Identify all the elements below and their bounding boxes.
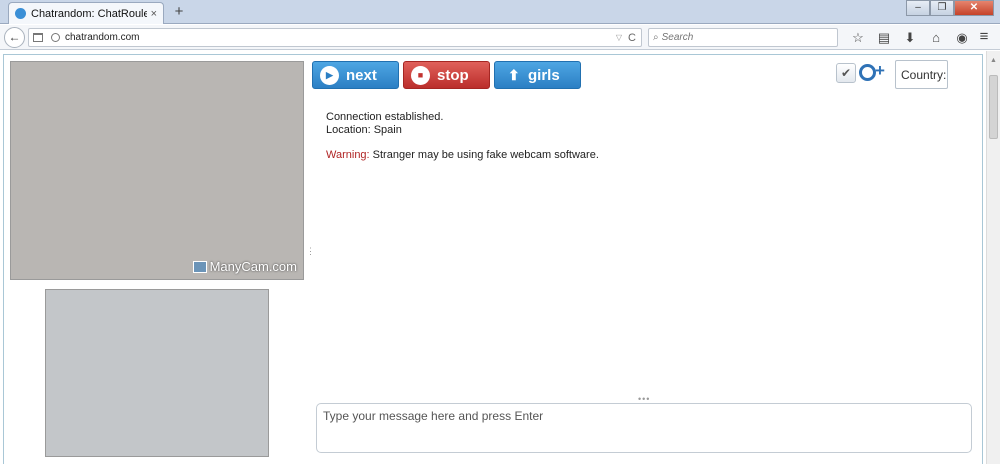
chat-warning: Warning: Stranger may be using fake webc…: [326, 149, 966, 162]
girls-button-label: girls: [528, 66, 560, 84]
address-bar[interactable]: chatrandom.com ▽ C: [28, 28, 642, 47]
stop-button[interactable]: ■ stop: [403, 61, 490, 89]
search-icon: ⌕: [653, 32, 659, 43]
page-content: ManyCam.com ⋮ ▶ next ■ stop ⬆ girls ✔ + …: [0, 51, 1000, 464]
new-tab-button[interactable]: +: [170, 3, 188, 21]
add-webcam-button[interactable]: +: [858, 61, 888, 84]
url-text[interactable]: chatrandom.com: [65, 32, 616, 43]
upload-person-icon: ⬆: [508, 67, 520, 83]
next-button[interactable]: ▶ next: [312, 61, 399, 89]
warning-text: Stranger may be using fake webcam softwa…: [369, 149, 599, 161]
chevron-down-icon[interactable]: ▽: [616, 33, 622, 42]
maximize-button[interactable]: ❐: [930, 0, 954, 16]
minimize-button[interactable]: –: [906, 0, 930, 16]
navigation-bar: ← chatrandom.com ▽ C ⌕ ☆ ▤ ⬇ ⌂ ◉ ≡: [0, 25, 1000, 50]
stop-icon: ■: [411, 65, 430, 85]
checkmark-icon[interactable]: ✔: [836, 63, 856, 83]
watermark-text: ManyCam.com: [209, 259, 297, 274]
webcam-icon: [859, 64, 876, 81]
scroll-thumb[interactable]: [989, 75, 998, 139]
search-input[interactable]: [661, 32, 812, 43]
close-icon[interactable]: ×: [151, 8, 157, 20]
reload-icon[interactable]: C: [628, 32, 636, 44]
home-icon[interactable]: ⌂: [924, 28, 948, 47]
chat-message: Location: Spain: [326, 124, 402, 136]
search-bar[interactable]: ⌕: [648, 28, 838, 47]
resize-handle[interactable]: ⋮: [306, 247, 315, 256]
country-selector[interactable]: Country:: [895, 60, 948, 89]
tab-bar: Chatrandom: ChatRoulette... × + – ❐ ✕: [0, 0, 1000, 24]
back-button[interactable]: ←: [4, 27, 25, 48]
webcam-watermark: ManyCam.com: [192, 259, 297, 274]
warning-label: Warning:: [326, 149, 370, 161]
message-input[interactable]: [316, 403, 972, 453]
chat-log: Connection established. Location: Spain …: [326, 111, 966, 162]
toolbar-icons: ☆ ▤ ⬇ ⌂ ◉: [846, 28, 976, 47]
hamburger-menu-icon[interactable]: ≡: [974, 28, 994, 47]
page-grid-icon[interactable]: [33, 33, 43, 42]
download-icon[interactable]: ⬇: [898, 28, 922, 47]
window-controls: – ❐ ✕: [906, 0, 994, 16]
window-close-button[interactable]: ✕: [954, 0, 994, 16]
next-button-label: next: [346, 66, 377, 84]
addon-icon[interactable]: ◉: [950, 28, 974, 47]
self-video: [45, 289, 269, 457]
bookmark-star-icon[interactable]: ☆: [846, 28, 870, 47]
country-label: Country:: [901, 67, 947, 82]
globe-icon[interactable]: [51, 33, 60, 42]
stranger-video: ManyCam.com: [10, 61, 304, 280]
plus-icon: +: [875, 61, 885, 80]
play-icon: ▶: [320, 65, 339, 85]
chat-message: Connection established.: [326, 111, 444, 123]
chat-bubble-icon: [15, 8, 26, 19]
page-scrollbar[interactable]: ▲: [986, 51, 1000, 464]
reading-list-icon[interactable]: ▤: [872, 28, 896, 47]
camera-logo-icon: [192, 260, 207, 273]
stop-button-label: stop: [437, 66, 469, 84]
girls-filter-button[interactable]: ⬆ girls: [494, 61, 581, 89]
tab-chatrandom[interactable]: Chatrandom: ChatRoulette... ×: [8, 2, 164, 24]
tab-title: Chatrandom: ChatRoulette...: [31, 7, 147, 20]
scroll-up-arrow-icon[interactable]: ▲: [990, 57, 997, 64]
